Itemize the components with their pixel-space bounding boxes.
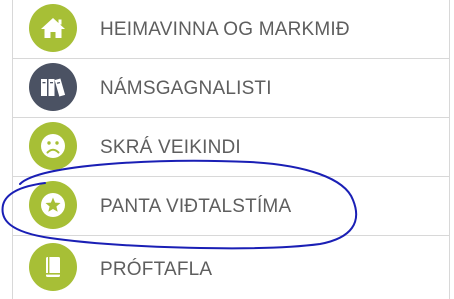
menu-item-label: HEIMAVINNA OG MARKMIÐ: [100, 19, 350, 40]
star-icon: [29, 181, 77, 229]
menu-item-book-interview[interactable]: PANTA VIÐTALSTÍMA: [13, 177, 449, 236]
menu-item-label: NÁMSGAGNALISTI: [100, 78, 272, 99]
menu-item-label: PRÓFTAFLA: [100, 259, 213, 280]
menu-item-materials-list[interactable]: NÁMSGAGNALISTI: [13, 59, 449, 118]
side-menu: HEIMAVINNA OG MARKMIÐ NÁMSGAGNALISTI SKR…: [12, 0, 450, 299]
book-icon: [29, 243, 77, 291]
menu-item-report-sick[interactable]: SKRÁ VEIKINDI: [13, 118, 449, 177]
menu-item-label: PANTA VIÐTALSTÍMA: [100, 196, 292, 217]
menu-item-homework-goals[interactable]: HEIMAVINNA OG MARKMIÐ: [13, 0, 449, 59]
sad-face-icon: [29, 122, 77, 170]
menu-item-exam-schedule[interactable]: PRÓFTAFLA: [13, 236, 449, 299]
home-icon: [29, 4, 77, 52]
menu-item-label: SKRÁ VEIKINDI: [100, 137, 241, 158]
books-icon: [29, 63, 77, 111]
